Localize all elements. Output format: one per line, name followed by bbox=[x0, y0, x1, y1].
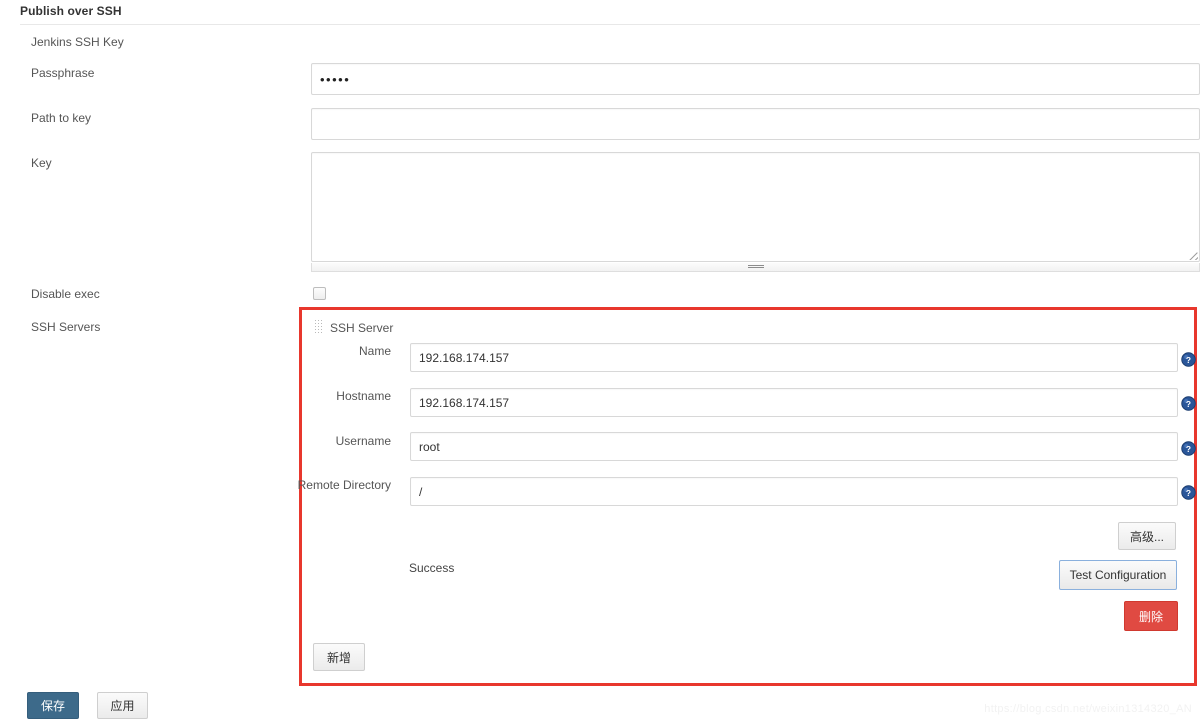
help-icon[interactable]: ? bbox=[1181, 441, 1196, 456]
passphrase-value: ••••• bbox=[320, 71, 351, 87]
svg-text:?: ? bbox=[1186, 399, 1191, 409]
svg-text:?: ? bbox=[1186, 488, 1191, 498]
ssh-server-group-title: SSH Server bbox=[330, 321, 394, 335]
apply-button[interactable]: 应用 bbox=[97, 692, 148, 719]
hostname-label: Hostname bbox=[336, 389, 391, 403]
test-configuration-button[interactable]: Test Configuration bbox=[1059, 560, 1177, 590]
header-divider bbox=[20, 24, 1200, 25]
svg-text:?: ? bbox=[1186, 355, 1191, 365]
remote-directory-label: Remote Directory bbox=[297, 478, 391, 492]
remote-directory-value: / bbox=[419, 484, 423, 499]
ssh-servers-label: SSH Servers bbox=[31, 320, 101, 334]
passphrase-input[interactable]: ••••• bbox=[311, 63, 1200, 95]
page-title: Publish over SSH bbox=[20, 4, 122, 18]
hostname-input[interactable]: 192.168.174.157 bbox=[410, 388, 1178, 417]
username-value: root bbox=[419, 439, 440, 454]
name-input[interactable]: 192.168.174.157 bbox=[410, 343, 1178, 372]
watermark: https://blog.csdn.net/weixin1314320_AN bbox=[984, 703, 1192, 715]
username-input[interactable]: root bbox=[410, 432, 1178, 461]
resize-handle-icon[interactable] bbox=[1186, 248, 1198, 260]
disable-exec-checkbox[interactable] bbox=[313, 287, 326, 300]
jenkins-ssh-key-label: Jenkins SSH Key bbox=[31, 35, 124, 49]
name-value: 192.168.174.157 bbox=[419, 350, 510, 365]
advanced-button[interactable]: 高级... bbox=[1118, 522, 1176, 550]
help-icon[interactable]: ? bbox=[1181, 352, 1196, 367]
key-textarea[interactable] bbox=[311, 152, 1200, 262]
hostname-value: 192.168.174.157 bbox=[419, 395, 510, 410]
drag-grip-icon[interactable] bbox=[315, 320, 324, 333]
path-to-key-input[interactable] bbox=[311, 108, 1200, 140]
add-button[interactable]: 新增 bbox=[313, 643, 365, 671]
publish-over-ssh-page: Publish over SSH Jenkins SSH Key Passphr… bbox=[0, 0, 1200, 723]
drag-grip-icon bbox=[747, 265, 764, 269]
remote-directory-input[interactable]: / bbox=[410, 477, 1178, 506]
help-icon[interactable]: ? bbox=[1181, 396, 1196, 411]
textarea-drag-bar[interactable] bbox=[311, 263, 1200, 272]
passphrase-label: Passphrase bbox=[31, 66, 95, 80]
username-label: Username bbox=[335, 434, 391, 448]
svg-text:?: ? bbox=[1186, 444, 1191, 454]
delete-button[interactable]: 删除 bbox=[1124, 601, 1178, 631]
path-to-key-label: Path to key bbox=[31, 111, 92, 125]
key-label: Key bbox=[31, 156, 52, 170]
name-label: Name bbox=[358, 344, 391, 358]
test-status: Success bbox=[409, 561, 455, 575]
help-icon[interactable]: ? bbox=[1181, 485, 1196, 500]
disable-exec-label: Disable exec bbox=[31, 287, 100, 301]
save-button[interactable]: 保存 bbox=[27, 692, 79, 719]
